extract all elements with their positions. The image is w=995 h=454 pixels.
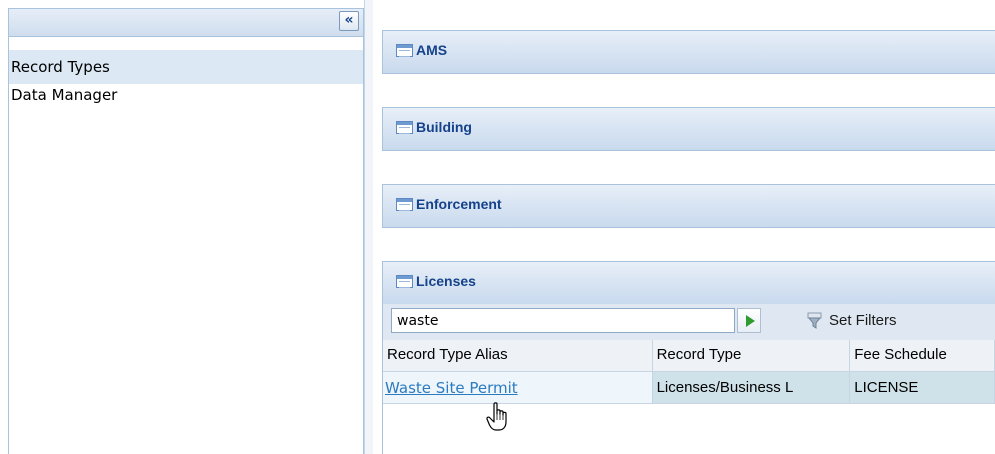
table-cell: Waste Site Permit [383, 372, 653, 404]
section-title: AMS [416, 42, 448, 58]
panel-icon [396, 120, 413, 134]
panel-icon [396, 197, 413, 211]
nav-list: Record Types Data Manager [9, 50, 363, 108]
table-row[interactable]: Waste Site Permit Licenses/Business L LI… [383, 372, 995, 404]
section-header-enforcement[interactable]: Enforcement [383, 185, 995, 227]
section-title: Enforcement [416, 196, 502, 212]
search-input[interactable] [391, 308, 735, 333]
panel-icon [396, 43, 413, 57]
record-type-alias-link[interactable]: Waste Site Permit [385, 379, 518, 397]
nav-item-data-manager[interactable]: Data Manager [9, 84, 363, 108]
column-header-record-type-alias[interactable]: Record Type Alias [383, 340, 653, 372]
hand-cursor-icon [486, 402, 507, 431]
section-building: Building [382, 107, 995, 151]
left-panel-header: « [9, 9, 363, 37]
filter-icon[interactable] [807, 312, 824, 329]
panel-splitter[interactable] [364, 0, 373, 454]
section-licenses: Licenses Set Filters Record Type Alias R… [382, 261, 995, 454]
section-header-building[interactable]: Building [383, 108, 995, 150]
panel-icon [396, 274, 413, 288]
licenses-toolbar: Set Filters [383, 304, 995, 340]
section-ams: AMS [382, 30, 995, 74]
table-cell: LICENSE [850, 372, 995, 404]
play-arrow-icon[interactable] [737, 308, 761, 333]
section-title: Building [416, 119, 472, 135]
section-enforcement: Enforcement [382, 184, 995, 228]
grid-header: Record Type Alias Record Type Fee Schedu… [383, 340, 995, 372]
table-cell: Licenses/Business L [652, 372, 851, 404]
column-header-fee-schedule[interactable]: Fee Schedule [850, 340, 995, 372]
set-filters-button[interactable]: Set Filters [829, 312, 897, 329]
collapse-panel-button[interactable]: « [339, 11, 359, 31]
section-title: Licenses [416, 273, 476, 289]
left-panel: « Record Types Data Manager [8, 8, 364, 454]
column-header-record-type[interactable]: Record Type [652, 340, 851, 372]
section-header-licenses[interactable]: Licenses [383, 262, 995, 304]
section-header-ams[interactable]: AMS [383, 31, 995, 73]
nav-item-record-types[interactable]: Record Types [9, 50, 363, 84]
